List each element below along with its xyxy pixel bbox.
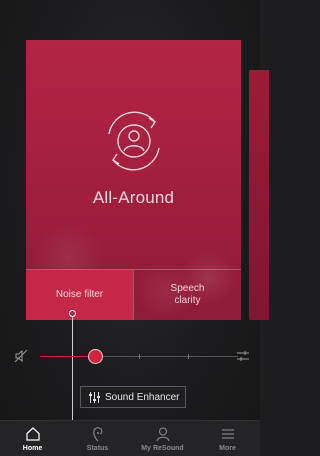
- program-tabs: Noise filter Speech clarity: [26, 269, 241, 320]
- sliders-icon: [89, 391, 100, 403]
- volume-slider-fill: [40, 356, 95, 357]
- next-program-card[interactable]: [249, 70, 269, 320]
- nav-home[interactable]: Home: [0, 421, 65, 456]
- tab-noise-filter[interactable]: Noise filter: [26, 270, 133, 320]
- tab-speech-clarity[interactable]: Speech clarity: [133, 270, 241, 320]
- bottom-navigation: Home Status My ReSound More: [0, 420, 260, 456]
- program-name: All-Around: [92, 188, 175, 207]
- nav-status[interactable]: Status: [65, 421, 130, 456]
- nav-more-label: More: [219, 445, 236, 452]
- tutorial-pointer-dot: [69, 310, 76, 317]
- hearing-aid-icon: [92, 427, 102, 442]
- nav-home-label: Home: [22, 445, 43, 452]
- slider-tick: [188, 354, 189, 359]
- equalizer-icon[interactable]: [236, 350, 250, 362]
- tab-noise-filter-label: Noise filter: [55, 289, 104, 300]
- speaker-muted-icon[interactable]: [14, 349, 28, 363]
- slider-tick: [139, 354, 140, 359]
- home-icon: [25, 427, 40, 441]
- tab-speech-clarity-label: Speech clarity: [170, 283, 205, 306]
- nav-more[interactable]: More: [195, 421, 260, 456]
- volume-slider[interactable]: [40, 349, 238, 364]
- program-person-cycle-icon: [108, 111, 160, 171]
- sound-enhancer-button[interactable]: Sound Enhancer: [80, 386, 186, 408]
- sound-enhancer-label: Sound Enhancer: [105, 391, 180, 403]
- nav-my-resound[interactable]: My ReSound: [130, 421, 195, 456]
- program-card[interactable]: All-Around Noise filter Speech clarity: [26, 40, 241, 320]
- nav-my-resound-label: My ReSound: [141, 445, 184, 452]
- user-icon: [155, 427, 170, 442]
- volume-slider-thumb[interactable]: [88, 349, 103, 364]
- menu-icon: [221, 429, 234, 439]
- nav-status-label: Status: [86, 445, 109, 452]
- volume-slider-row: [12, 346, 252, 366]
